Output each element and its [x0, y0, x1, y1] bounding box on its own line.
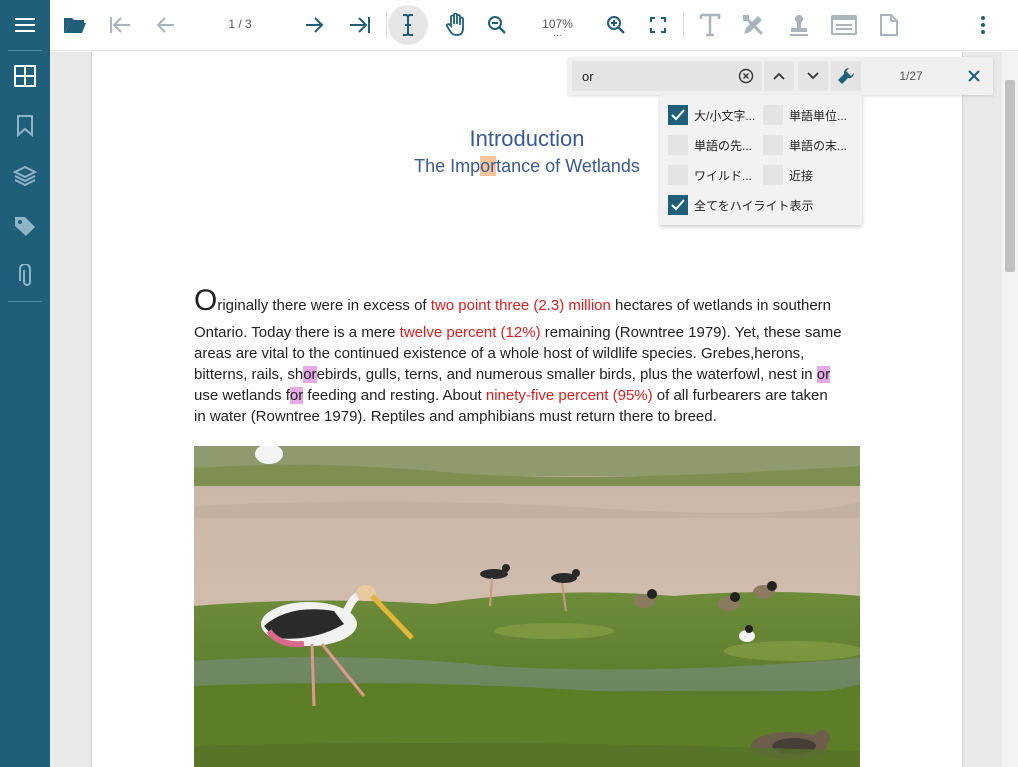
option-highlight-all[interactable]: 全てをハイライト表示 — [668, 194, 814, 216]
rail-divider — [8, 50, 42, 51]
first-page-icon[interactable] — [100, 5, 140, 45]
next-match-icon[interactable] — [798, 61, 828, 91]
layers-icon[interactable] — [0, 154, 50, 198]
fit-page-icon[interactable] — [638, 5, 678, 45]
toolbar: 1 / 3 107% ... — [50, 0, 1018, 51]
thumbnails-icon[interactable] — [0, 54, 50, 98]
left-rail — [0, 0, 50, 767]
zoom-out-icon[interactable] — [477, 5, 517, 45]
option-label: 単語の先... — [694, 138, 753, 153]
text-span: use wetlands f — [194, 387, 290, 404]
more-options-icon[interactable] — [963, 5, 1003, 45]
text-line: Originally there were in excess of two p… — [194, 286, 832, 316]
emphasized-text: ninety-five percent (95%) — [485, 387, 653, 404]
attachment-icon[interactable] — [0, 254, 50, 298]
previous-page-icon[interactable] — [145, 5, 185, 45]
search-match: or — [289, 387, 304, 404]
text-span: bitterns, rails, sh — [194, 366, 304, 383]
tag-icon[interactable] — [0, 204, 50, 248]
pan-hand-icon[interactable] — [436, 5, 476, 45]
drop-cap: O — [194, 284, 218, 317]
search-bar: 1/27 — [568, 57, 993, 95]
wetland-photo — [194, 446, 860, 767]
menu-icon[interactable] — [0, 3, 50, 47]
stamp-icon[interactable] — [779, 5, 819, 45]
zoom-in-icon[interactable] — [596, 5, 636, 45]
open-file-icon[interactable] — [55, 5, 95, 45]
option-wildcard[interactable]: ワイルド... — [668, 164, 752, 186]
vertical-scrollbar[interactable] — [1002, 52, 1018, 767]
toolbar-divider — [683, 12, 684, 38]
option-match-case[interactable]: 大/小文字... — [668, 104, 755, 126]
zoom-menu[interactable]: ... — [530, 28, 585, 39]
toolbar-divider — [386, 12, 387, 38]
option-label: 近接 — [789, 168, 814, 183]
match-count: 1/27 — [899, 69, 923, 83]
text-line: bitterns, rails, shorebirds, gulls, tern… — [194, 364, 831, 385]
scrollbar-thumb[interactable] — [1005, 80, 1015, 272]
previous-match-icon[interactable] — [764, 61, 794, 91]
option-label: 大/小文字... — [694, 108, 756, 123]
document-icon[interactable] — [869, 5, 909, 45]
text-span: remaining (Rowntree 1979). Yet, these sa… — [540, 324, 842, 341]
wetland-birds-image — [194, 446, 860, 767]
last-page-icon[interactable] — [340, 5, 380, 45]
emphasized-text: twelve percent (12%) — [399, 324, 541, 341]
text-span: riginally there were in excess of — [217, 297, 431, 314]
subtitle-text: The Imp — [414, 156, 481, 176]
text-line: Ontario. Today there is a mere twelve pe… — [194, 322, 842, 343]
page-indicator[interactable]: 1 / 3 — [210, 17, 270, 31]
text-span: Ontario. Today there is a mere — [194, 324, 400, 341]
checkbox-unchecked[interactable] — [763, 105, 783, 125]
text-span: hectares of wetlands in southern — [610, 297, 832, 314]
close-search-icon[interactable] — [959, 61, 989, 91]
checkbox-checked[interactable] — [668, 195, 688, 215]
option-label: 単語の末... — [789, 138, 848, 153]
text-annotation-icon[interactable] — [690, 5, 730, 45]
option-word-start[interactable]: 単語の先... — [668, 134, 752, 156]
text-line: in water (Rowntree 1979). Reptiles and a… — [194, 406, 717, 427]
option-proximity[interactable]: 近接 — [763, 164, 813, 186]
text-span: of all furbearers are taken — [652, 387, 828, 404]
search-match: or — [303, 366, 317, 383]
checkbox-checked[interactable] — [668, 105, 688, 125]
emphasized-text: two point three (2.3) million — [430, 297, 611, 314]
option-whole-word[interactable]: 単語単位... — [763, 104, 847, 126]
search-options-panel: 大/小文字... 単語単位... 単語の先... 単語の末... ワイルド...… — [660, 95, 862, 225]
checkbox-unchecked[interactable] — [763, 135, 783, 155]
checkbox-unchecked[interactable] — [668, 165, 688, 185]
clear-search-icon[interactable] — [731, 61, 761, 91]
bookmark-icon[interactable] — [0, 104, 50, 148]
text-span: ebirds, gulls, terns, and numerous small… — [316, 366, 817, 383]
subtitle-text: tance of Wetlands — [496, 156, 640, 176]
rail-divider — [8, 301, 42, 302]
checkbox-unchecked[interactable] — [763, 165, 783, 185]
draw-tools-icon[interactable] — [734, 5, 774, 45]
search-options-wrench-icon[interactable] — [831, 61, 861, 91]
option-label: ワイルド... — [694, 168, 753, 183]
text-span: in water (Rowntree 1979). Reptiles and a… — [194, 408, 717, 425]
option-label: 全てをハイライト表示 — [694, 198, 814, 213]
checkbox-unchecked[interactable] — [668, 135, 688, 155]
text-span: areas are vital to the continued existen… — [194, 345, 805, 362]
form-field-icon[interactable] — [824, 5, 864, 45]
option-word-end[interactable]: 単語の末... — [763, 134, 847, 156]
search-match: or — [816, 366, 831, 383]
current-search-match: or — [480, 156, 497, 176]
text-select-icon[interactable] — [388, 5, 428, 45]
text-line: areas are vital to the continued existen… — [194, 343, 804, 364]
text-span: feeding and resting. About — [303, 387, 486, 404]
option-label: 単語単位... — [789, 108, 848, 123]
next-page-icon[interactable] — [295, 5, 335, 45]
text-line: use wetlands for feeding and resting. Ab… — [194, 385, 828, 406]
